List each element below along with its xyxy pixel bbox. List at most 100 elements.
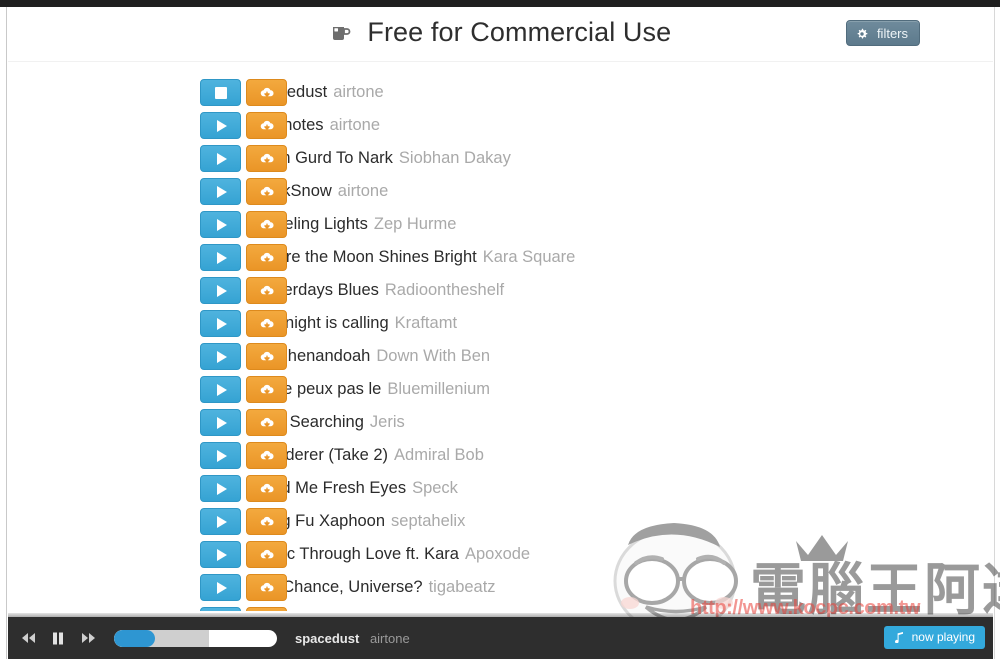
filters-button[interactable]: filters	[846, 20, 920, 46]
track-artist: Jeris	[369, 413, 405, 431]
track-row[interactable]: Music Through Love ft. Kara Apoxode	[8, 538, 993, 571]
track-artist: Zep Hurme	[373, 215, 457, 233]
seek-fill	[114, 629, 155, 647]
download-button[interactable]	[246, 310, 287, 337]
track-row[interactable]	[8, 604, 993, 611]
cloud-download-icon	[259, 416, 275, 430]
now-playing-button[interactable]: now playing	[884, 626, 985, 649]
track-artist: tigabeatz	[428, 578, 496, 596]
track-artist: Kraftamt	[394, 314, 458, 332]
track-artist: Radioontheshelf	[384, 281, 505, 299]
play-icon	[217, 515, 227, 528]
track-label: Per Chance, Universe? tigabeatz	[200, 571, 496, 604]
play-button[interactable]	[200, 541, 241, 568]
transport-controls	[20, 630, 96, 646]
track-row[interactable]: From Gurd To Nark Siobhan Dakay	[8, 142, 993, 175]
track-list[interactable]: spacedust airtone bluenotes airtone From Gur…	[8, 76, 993, 611]
window-top-edge	[0, 0, 1000, 7]
cloud-download-icon	[259, 515, 275, 529]
app-root: Free for Commercial Use filters spacedus…	[0, 0, 1000, 665]
track-artist: Admiral Bob	[394, 446, 484, 464]
stop-icon	[214, 86, 227, 99]
download-button[interactable]	[246, 244, 287, 271]
download-button[interactable]	[246, 409, 287, 436]
cloud-download-icon	[259, 548, 275, 562]
download-button[interactable]	[246, 574, 287, 601]
track-label: Je ne peux pas le Bluemillenium	[200, 373, 490, 406]
download-button[interactable]	[246, 376, 287, 403]
track-row[interactable]: Wanderer (Take 2) Admiral Bob	[8, 439, 993, 472]
track-row[interactable]: Traveling Lights Zep Hurme	[8, 208, 993, 241]
seek-slider[interactable]	[114, 629, 277, 647]
play-button[interactable]	[200, 442, 241, 469]
play-icon	[217, 350, 227, 363]
play-button[interactable]	[200, 343, 241, 370]
rewind-icon[interactable]	[20, 630, 36, 646]
track-row[interactable]: Kung Fu Xaphoon septahelix	[8, 505, 993, 538]
filters-label: filters	[876, 26, 908, 41]
pause-icon[interactable]	[50, 630, 66, 646]
play-button[interactable]	[200, 574, 241, 601]
play-button[interactable]	[200, 508, 241, 535]
play-button[interactable]	[200, 475, 241, 502]
now-playing-info: spacedust airtone	[295, 631, 410, 646]
fast-forward-icon[interactable]	[80, 630, 96, 646]
download-button[interactable]	[246, 79, 287, 106]
play-icon	[217, 581, 227, 594]
play-button[interactable]	[200, 178, 241, 205]
play-icon	[217, 152, 227, 165]
download-button[interactable]	[246, 277, 287, 304]
play-button[interactable]	[200, 277, 241, 304]
download-button[interactable]	[246, 112, 287, 139]
track-label: En Shenandoah Down With Ben	[200, 340, 490, 373]
track-artist: Speck	[412, 479, 458, 497]
cloud-download-icon	[259, 119, 275, 133]
play-button[interactable]	[200, 607, 241, 611]
download-button[interactable]	[246, 475, 287, 502]
play-button[interactable]	[200, 112, 241, 139]
play-button[interactable]	[200, 145, 241, 172]
download-button[interactable]	[246, 607, 287, 611]
download-button[interactable]	[246, 178, 287, 205]
play-button[interactable]	[200, 310, 241, 337]
download-button[interactable]	[246, 211, 287, 238]
cloud-download-icon	[259, 284, 275, 298]
track-row[interactable]: spacedust airtone	[8, 76, 993, 109]
play-button[interactable]	[200, 376, 241, 403]
track-artist: Kara Square	[482, 248, 576, 266]
play-button[interactable]	[200, 409, 241, 436]
play-button[interactable]	[200, 211, 241, 238]
download-button[interactable]	[246, 541, 287, 568]
track-row[interactable]: Per Chance, Universe? tigabeatz	[8, 571, 993, 604]
track-artist: airtone	[329, 116, 381, 134]
download-button[interactable]	[246, 508, 287, 535]
track-row[interactable]: Yesterdays Blues Radioontheshelf	[8, 274, 993, 307]
page-header: Free for Commercial Use filters	[8, 7, 993, 62]
track-row[interactable]: En Shenandoah Down With Ben	[8, 340, 993, 373]
track-row[interactable]: Where the Moon Shines Bright Kara Square	[8, 241, 993, 274]
cloud-download-icon	[259, 350, 275, 364]
track-row[interactable]: blackSnow airtone	[8, 175, 993, 208]
play-icon	[217, 449, 227, 462]
download-button[interactable]	[246, 343, 287, 370]
download-button[interactable]	[246, 145, 287, 172]
track-row[interactable]: The night is calling Kraftamt	[8, 307, 993, 340]
track-label: Wanderer (Take 2) Admiral Bob	[200, 439, 484, 472]
play-icon	[217, 251, 227, 264]
stop-button[interactable]	[200, 79, 241, 106]
gear-icon	[856, 23, 868, 39]
download-button[interactable]	[246, 442, 287, 469]
track-artist: Down With Ben	[376, 347, 491, 365]
page-title: Free for Commercial Use	[8, 17, 993, 48]
now-playing-button-label: now playing	[911, 630, 975, 644]
play-icon	[217, 383, 227, 396]
window-bottom-edge	[0, 659, 1000, 665]
track-row[interactable]: Je ne peux pas le Bluemillenium	[8, 373, 993, 406]
play-button[interactable]	[200, 244, 241, 271]
cloud-download-icon	[259, 581, 275, 595]
cloud-download-icon	[259, 86, 275, 100]
track-row[interactable]: Send Me Fresh Eyes Speck	[8, 472, 993, 505]
track-row[interactable]: Soul Searching Jeris	[8, 406, 993, 439]
track-row[interactable]: bluenotes airtone	[8, 109, 993, 142]
track-artist: Bluemillenium	[387, 380, 491, 398]
